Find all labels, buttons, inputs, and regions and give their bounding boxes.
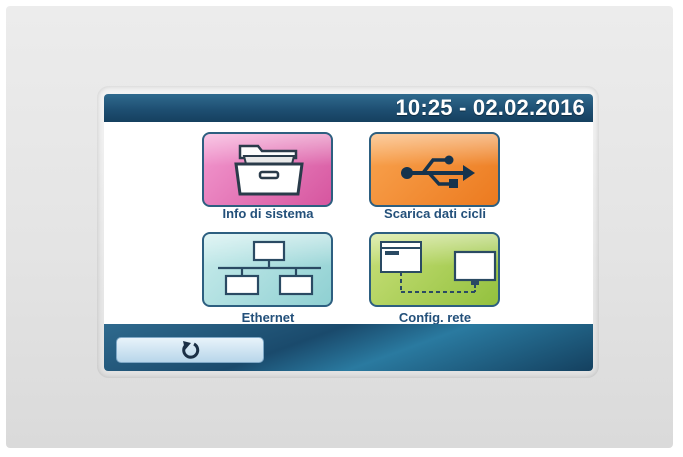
status-bar: 10:25 - 02.02.2016: [104, 94, 593, 122]
network-icon: [218, 240, 321, 296]
scarica-dati-cicli-button[interactable]: [369, 132, 500, 207]
config-rete-button[interactable]: [369, 232, 500, 307]
touch-screen: 10:25 - 02.02.2016 Info di sistema Scari…: [104, 94, 593, 371]
tile-label-config: Config. rete: [398, 310, 472, 325]
usb-icon: [401, 155, 475, 188]
info-di-sistema-button[interactable]: [202, 132, 333, 207]
tile-label-ethernet: Ethernet: [241, 310, 295, 325]
folder-icon: [234, 144, 304, 196]
tile-label-info: Info di sistema: [222, 206, 314, 221]
back-arrow-icon: [182, 341, 200, 359]
tile-label-usb: Scarica dati cicli: [384, 206, 486, 221]
ethernet-button[interactable]: [202, 232, 333, 307]
network-config-icon: [380, 241, 497, 293]
back-button[interactable]: [116, 337, 264, 363]
datetime-display: 10:25 - 02.02.2016: [395, 95, 585, 120]
bottom-bar: [104, 324, 593, 371]
